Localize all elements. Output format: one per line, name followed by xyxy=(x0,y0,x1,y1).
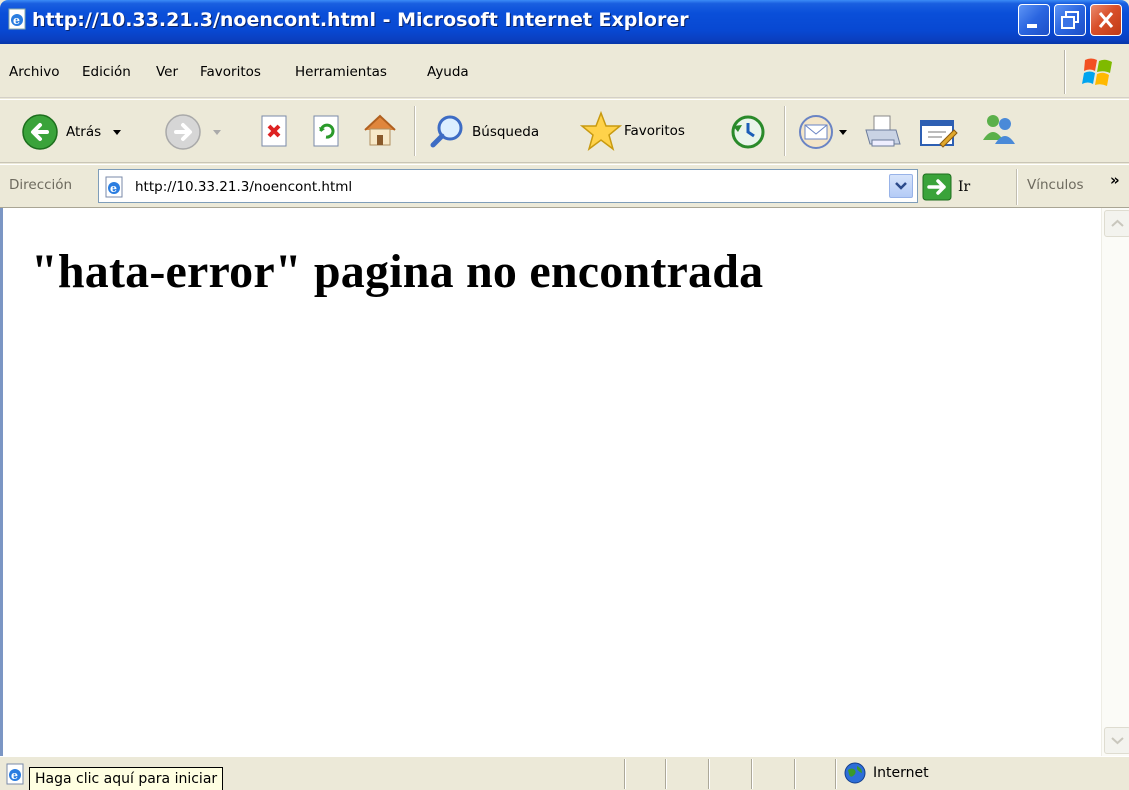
back-arrow-icon xyxy=(22,114,58,150)
mail-button[interactable] xyxy=(796,112,850,152)
forward-button[interactable] xyxy=(163,112,227,152)
status-divider xyxy=(794,759,796,789)
scroll-up-button[interactable] xyxy=(1104,210,1129,237)
menu-herramientas[interactable]: Herramientas xyxy=(295,64,387,80)
mail-dropdown-icon[interactable] xyxy=(836,122,850,142)
svg-text:e: e xyxy=(110,182,117,195)
chevron-down-icon xyxy=(1111,737,1124,745)
chevron-down-icon xyxy=(895,182,907,190)
svg-text:e: e xyxy=(11,769,18,782)
menu-separator xyxy=(1064,50,1066,94)
search-button[interactable]: Búsqueda xyxy=(428,112,539,152)
ie-page-icon: e xyxy=(8,8,26,30)
security-zone[interactable]: Internet xyxy=(843,761,929,785)
forward-arrow-icon xyxy=(165,114,201,150)
menu-favoritos[interactable]: Favoritos xyxy=(200,64,261,80)
restore-button[interactable] xyxy=(1054,4,1086,36)
status-divider xyxy=(665,759,667,789)
menu-ayuda[interactable]: Ayuda xyxy=(427,64,469,80)
windows-logo-icon xyxy=(1082,58,1112,86)
ie-page-icon: e xyxy=(105,176,123,198)
zone-label: Internet xyxy=(873,765,929,781)
back-dropdown-icon[interactable] xyxy=(107,122,127,142)
links-separator xyxy=(1016,169,1018,205)
edit-icon xyxy=(920,120,958,148)
status-divider xyxy=(751,759,753,789)
messenger-button[interactable] xyxy=(978,110,1020,150)
svg-text:e: e xyxy=(13,14,20,27)
stop-icon xyxy=(261,115,287,147)
close-icon xyxy=(1098,12,1114,28)
toolbar-separator-2 xyxy=(784,106,786,156)
page-content: "hata-error" pagina no encontrada xyxy=(0,208,1129,756)
address-box[interactable]: e xyxy=(98,169,918,203)
title-bar[interactable]: e http://10.33.21.3/noencont.html - Micr… xyxy=(0,0,1129,44)
refresh-icon xyxy=(313,115,339,147)
favorites-button[interactable]: Favoritos xyxy=(580,110,685,152)
start-tooltip: Haga clic aquí para iniciar xyxy=(29,767,224,790)
globe-icon xyxy=(844,762,866,784)
status-divider xyxy=(708,759,710,789)
search-icon xyxy=(430,115,463,148)
restore-icon xyxy=(1061,11,1079,29)
go-arrow-icon xyxy=(922,173,952,201)
refresh-button[interactable] xyxy=(310,114,344,148)
menu-edicion[interactable]: Edición xyxy=(82,64,131,80)
home-icon xyxy=(364,114,396,146)
stop-button[interactable] xyxy=(258,114,292,148)
address-input[interactable] xyxy=(135,178,875,196)
vertical-scrollbar[interactable] xyxy=(1101,208,1129,756)
minimize-icon xyxy=(1027,24,1037,28)
back-button[interactable]: Atrás xyxy=(20,112,127,152)
print-icon xyxy=(865,115,901,147)
standard-toolbar: Atrás Búsqueda Favoritos xyxy=(0,99,1129,163)
mail-icon xyxy=(799,115,833,149)
go-button[interactable]: Ir xyxy=(922,173,970,201)
window-title: http://10.33.21.3/noencont.html - Micros… xyxy=(32,9,689,31)
chevron-up-icon xyxy=(1111,219,1124,227)
status-bar: e Haga clic aquí para iniciar Internet xyxy=(0,756,1129,790)
minimize-button[interactable] xyxy=(1018,4,1050,36)
home-button[interactable] xyxy=(360,110,400,150)
edit-button[interactable] xyxy=(918,112,960,152)
go-label: Ir xyxy=(958,179,971,195)
forward-dropdown-icon[interactable] xyxy=(207,122,227,142)
links-label[interactable]: Vínculos xyxy=(1027,177,1084,193)
status-divider xyxy=(624,759,626,789)
menu-ver[interactable]: Ver xyxy=(156,64,178,80)
links-chevron-icon[interactable]: » xyxy=(1110,171,1120,189)
back-label: Atrás xyxy=(66,124,102,140)
address-label: Dirección xyxy=(9,177,73,193)
print-button[interactable] xyxy=(862,112,904,152)
status-divider xyxy=(835,759,837,789)
address-dropdown-button[interactable] xyxy=(889,174,913,198)
ie-page-icon: e xyxy=(6,763,24,785)
address-bar: Dirección e Ir Vínculos » xyxy=(0,164,1129,208)
history-icon xyxy=(731,115,765,149)
messenger-icon xyxy=(983,115,1015,144)
scroll-down-button[interactable] xyxy=(1104,727,1129,754)
page-heading: "hata-error" pagina no encontrada xyxy=(31,245,764,298)
history-button[interactable] xyxy=(728,112,768,152)
menu-bar: Archivo Edición Ver Favoritos Herramient… xyxy=(0,44,1129,98)
toolbar-separator xyxy=(414,106,416,156)
favorites-star-icon xyxy=(580,110,622,151)
favorites-label: Favoritos xyxy=(624,123,685,139)
search-label: Búsqueda xyxy=(472,124,540,140)
menu-archivo[interactable]: Archivo xyxy=(9,64,59,80)
close-button[interactable] xyxy=(1090,4,1122,36)
